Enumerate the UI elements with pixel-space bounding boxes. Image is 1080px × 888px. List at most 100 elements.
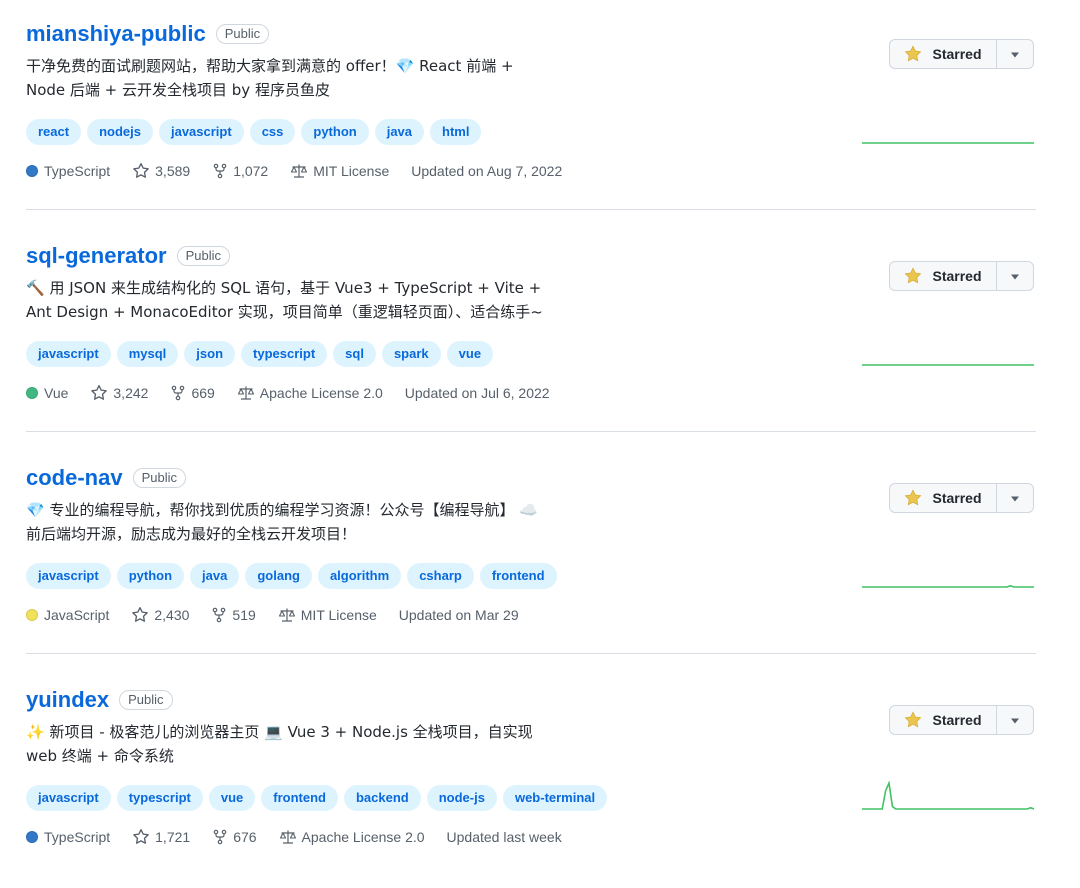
starred-button[interactable]: Starred [890, 40, 997, 68]
star-button-group: Starred [889, 261, 1034, 291]
starred-label: Starred [932, 268, 982, 284]
topic-tag-vue[interactable]: vue [446, 341, 494, 367]
activity-sparkline [862, 142, 1034, 144]
language-color-dot [26, 165, 38, 177]
star-icon [131, 606, 149, 624]
topic-tag-web-terminal[interactable]: web-terminal [502, 785, 608, 811]
repo-title-row: yuindex Public [26, 684, 173, 716]
star-list-dropdown[interactable] [997, 706, 1033, 734]
visibility-badge: Public [119, 690, 173, 710]
topic-tag-css[interactable]: css [249, 119, 296, 145]
topic-tag-typescript[interactable]: typescript [241, 341, 328, 367]
starred-button[interactable]: Starred [890, 262, 997, 290]
star-button-group: Starred [889, 483, 1034, 513]
topic-tag-javascript[interactable]: javascript [26, 563, 111, 589]
topic-tag-nodejs[interactable]: nodejs [87, 119, 153, 145]
forks-link[interactable]: 1,072 [212, 163, 268, 179]
topic-tag-html[interactable]: html [430, 119, 482, 145]
repo-language: Vue [26, 385, 68, 401]
stargazers-link[interactable]: 3,242 [90, 384, 148, 402]
topic-tag-python[interactable]: python [301, 119, 369, 145]
starred-button[interactable]: Starred [890, 706, 997, 734]
star-filled-icon [904, 45, 922, 63]
topic-tag-node-js[interactable]: node-js [426, 785, 497, 811]
activity-sparkline [862, 584, 1034, 588]
repo-divider [26, 653, 1036, 654]
repo-language: TypeScript [26, 163, 110, 179]
repo-title-row: code-nav Public [26, 462, 187, 494]
forks-link[interactable]: 519 [211, 607, 256, 623]
star-list-dropdown[interactable] [997, 40, 1033, 68]
topic-tag-react[interactable]: react [26, 119, 82, 145]
language-label: Vue [44, 385, 69, 401]
topic-tag-spark[interactable]: spark [381, 341, 441, 367]
license-info: MIT License [290, 163, 389, 179]
law-scale-icon [279, 829, 297, 845]
license-label: Apache License 2.0 [259, 385, 383, 401]
repo-meta: TypeScript 3,589 1,072 MIT License Updat… [26, 161, 584, 181]
topic-tag-frontend[interactable]: frontend [261, 785, 338, 811]
repo-meta: TypeScript 1,721 676 Apache License 2.0 [26, 827, 584, 847]
repo-divider [26, 431, 1036, 432]
repo-name-link[interactable]: yuindex [26, 687, 109, 713]
repo-description-line: Ant Design + MonacoEditor 实现，项目简单（重逻辑轻页面… [26, 303, 543, 321]
repo-name-link[interactable]: mianshiya-public [26, 21, 206, 47]
star-filled-icon [904, 711, 922, 729]
topic-list: javascript typescript vue frontend backend no… [26, 785, 608, 811]
repo-description-line: 🔨 用 JSON 来生成结构化的 SQL 语句，基于 Vue3 + TypeSc… [26, 279, 542, 297]
repo-description: 💎 专业的编程导航，帮你找到优质的编程学习资源！公众号【编程导航】 ☁️ 前后端… [26, 498, 566, 546]
fork-icon [170, 385, 186, 401]
fork-count: 676 [233, 829, 257, 845]
topic-tag-backend[interactable]: backend [343, 785, 421, 811]
forks-link[interactable]: 676 [212, 829, 257, 845]
topic-tag-vue[interactable]: vue [208, 785, 256, 811]
topic-tag-algorithm[interactable]: algorithm [317, 563, 402, 589]
topic-tag-typescript[interactable]: typescript [116, 785, 203, 811]
starred-label: Starred [932, 712, 982, 728]
stargazers-link[interactable]: 3,589 [132, 162, 190, 180]
topic-tag-golang[interactable]: golang [245, 563, 312, 589]
repo-language: JavaScript [26, 607, 109, 623]
topic-tag-csharp[interactable]: csharp [407, 563, 474, 589]
topic-tag-java[interactable]: java [190, 563, 240, 589]
language-label: TypeScript [44, 163, 111, 179]
repo-title-row: mianshiya-public Public [26, 18, 270, 50]
topic-tag-json[interactable]: json [184, 341, 236, 367]
topic-tag-frontend[interactable]: frontend [479, 563, 557, 589]
star-list-dropdown[interactable] [997, 262, 1033, 290]
topic-tag-sql[interactable]: sql [333, 341, 376, 367]
law-scale-icon [290, 163, 308, 179]
license-info: Apache License 2.0 [279, 829, 425, 845]
stargazers-link[interactable]: 1,721 [132, 828, 190, 846]
star-list-dropdown[interactable] [997, 484, 1033, 512]
star-filled-icon [904, 267, 922, 285]
repo-description: 干净免费的面试刷题网站，帮助大家拿到满意的 offer！💎 React 前端 +… [26, 54, 566, 102]
license-label: MIT License [313, 163, 390, 179]
topic-tag-java[interactable]: java [374, 119, 425, 145]
law-scale-icon [237, 385, 255, 401]
sparkline-path [862, 781, 1035, 810]
activity-sparkline [862, 781, 1035, 810]
fork-icon [212, 829, 228, 845]
fork-count: 1,072 [233, 163, 269, 179]
triangle-down-icon [1010, 489, 1020, 507]
license-info: MIT License [278, 607, 377, 623]
updated-time: Updated last week [446, 829, 562, 845]
starred-button[interactable]: Starred [890, 484, 997, 512]
visibility-badge: Public [132, 468, 187, 488]
repo-name-link[interactable]: sql-generator [26, 243, 167, 269]
topic-tag-javascript[interactable]: javascript [26, 341, 111, 367]
repo-name-link[interactable]: code-nav [26, 465, 123, 491]
topic-tag-mysql[interactable]: mysql [116, 341, 179, 367]
topic-tag-python[interactable]: python [116, 563, 185, 589]
topic-tag-javascript[interactable]: javascript [158, 119, 244, 145]
forks-link[interactable]: 669 [170, 385, 215, 401]
topic-tag-javascript[interactable]: javascript [26, 785, 111, 811]
updated-time: Updated on Mar 29 [398, 607, 519, 623]
updated-time: Updated on Aug 7, 2022 [411, 163, 563, 179]
triangle-down-icon [1010, 45, 1020, 63]
repo-item: code-nav Public 💎 专业的编程导航，帮你找到优质的编程学习资源！… [0, 444, 1080, 666]
star-count: 3,589 [155, 163, 191, 179]
license-info: Apache License 2.0 [237, 385, 383, 401]
stargazers-link[interactable]: 2,430 [131, 606, 189, 624]
